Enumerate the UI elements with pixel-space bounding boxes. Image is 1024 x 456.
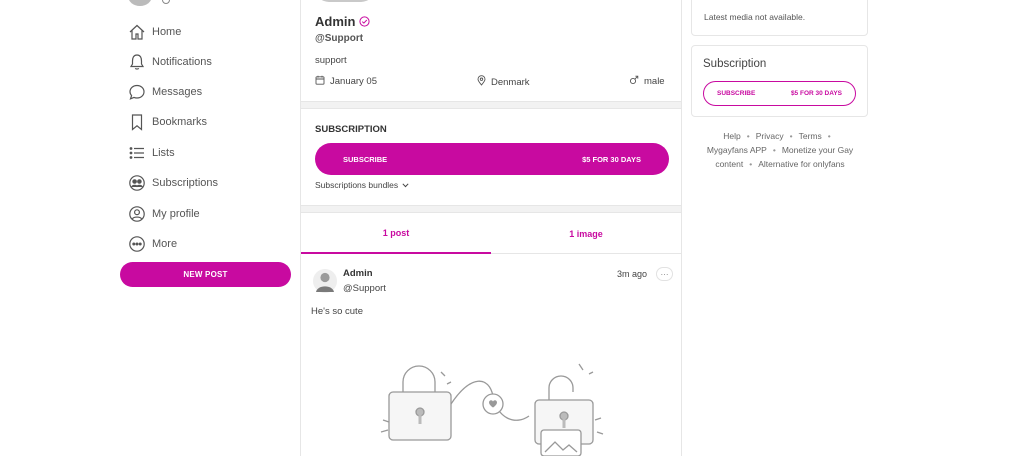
location-pin-icon	[477, 75, 491, 89]
sidebar-item-notifications[interactable]: Notifications	[128, 51, 212, 73]
footer-link-alternative[interactable]: Alternative for onlyfans	[758, 159, 844, 169]
list-icon	[128, 144, 146, 162]
home-icon	[128, 23, 146, 41]
footer-link-terms[interactable]: Terms	[799, 131, 822, 141]
sidebar-item-subscriptions[interactable]: Subscriptions	[128, 172, 218, 194]
sidebar-item-messages[interactable]: Messages	[128, 81, 202, 103]
separator-dot: •	[749, 159, 753, 169]
sidebar-item-label: Home	[152, 26, 182, 38]
locked-content-illustration	[379, 360, 609, 456]
subscription-bundles-label: Subscriptions bundles	[315, 180, 399, 190]
footer-link-content[interactable]: content	[715, 159, 743, 169]
joined-date: January 05	[315, 75, 377, 88]
sidebar-item-label: My profile	[152, 208, 200, 220]
footer-links: Help • Privacy • Terms • Mygayfans APP • Moneti…	[692, 129, 868, 171]
user-avatar[interactable]	[128, 0, 152, 6]
verified-icon	[359, 16, 371, 27]
sidebar-item-more[interactable]: More	[128, 233, 177, 255]
sidebar-item-label: Messages	[152, 86, 203, 98]
sidebar-item-bookmarks[interactable]: Bookmarks	[128, 111, 207, 133]
separator-dot: •	[789, 131, 793, 141]
profile-meta: January 05 Denmark male	[315, 75, 665, 89]
sidebar-item-label: Lists	[152, 147, 175, 159]
footer-link-help[interactable]: Help	[723, 131, 740, 141]
gender: male	[629, 75, 665, 88]
separator-dot: •	[772, 145, 776, 155]
profile-handle: @Support	[315, 33, 364, 44]
message-icon	[128, 83, 146, 101]
section-divider	[301, 101, 681, 109]
footer-link-monetize[interactable]: Monetize your Gay	[782, 145, 853, 155]
sidebar-subscribe-price: $5 FOR 30 DAYS	[790, 90, 842, 97]
profile-avatar	[315, 0, 375, 2]
location: Denmark	[477, 75, 530, 89]
calendar-icon	[315, 75, 330, 88]
chevron-down-icon	[398, 180, 409, 190]
status-dot-icon	[162, 0, 170, 4]
post-author-handle[interactable]: @Support	[343, 283, 386, 294]
post-author-avatar[interactable]	[313, 268, 337, 294]
separator-dot: •	[746, 131, 750, 141]
subscription-heading: SUBSCRIPTION	[315, 124, 387, 135]
tab-posts[interactable]: 1 post	[301, 214, 491, 254]
footer-link-app[interactable]: Mygayfans APP	[707, 145, 767, 155]
subscriptions-icon	[128, 174, 146, 192]
new-post-button[interactable]: NEW POST	[120, 262, 291, 287]
joined-date-text: January 05	[330, 76, 378, 87]
profile-bio: support	[315, 55, 347, 66]
bell-icon	[128, 53, 146, 71]
subscription-bundles-toggle[interactable]: Subscriptions bundles	[315, 180, 409, 190]
gender-male-icon	[629, 75, 644, 88]
subscribe-button[interactable]: SUBSCRIBE $5 FOR 30 DAYS	[315, 143, 669, 175]
separator-dot: •	[827, 131, 831, 141]
post-author-name[interactable]: Admin	[343, 268, 373, 279]
sidebar: Home Notifications Messages Bookmarks Li…	[120, 0, 295, 456]
post-more-button[interactable]: ···	[656, 267, 673, 281]
profile-column: Admin @Support support January 05 Denmar…	[300, 0, 682, 456]
sidebar-item-home[interactable]: Home	[128, 21, 181, 43]
more-icon	[128, 235, 146, 253]
bookmark-icon	[128, 113, 146, 131]
latest-media-card: Latest media not available.	[691, 0, 868, 36]
post-timestamp: 3m ago	[617, 269, 648, 279]
sidebar-item-label: Bookmarks	[152, 116, 208, 128]
sidebar-item-label: Notifications	[152, 56, 212, 68]
latest-media-note: Latest media not available.	[704, 12, 806, 22]
subscription-card: Subscription SUBSCRIBE $5 FOR 30 DAYS	[691, 45, 868, 117]
sidebar-item-label: Subscriptions	[152, 177, 219, 189]
footer-link-privacy[interactable]: Privacy	[756, 131, 784, 141]
section-divider	[301, 205, 681, 213]
gender-text: male	[644, 76, 665, 87]
profile-name-text: Admin	[315, 14, 356, 29]
subscription-card-title: Subscription	[703, 58, 767, 70]
profile-name: Admin	[315, 14, 371, 29]
sidebar-subscribe-button[interactable]: SUBSCRIBE $5 FOR 30 DAYS	[703, 81, 856, 106]
sidebar-subscribe-label: SUBSCRIBE	[717, 90, 756, 97]
subscribe-button-label: SUBSCRIBE	[343, 154, 388, 164]
profile-tabs: 1 post 1 image	[301, 214, 681, 254]
sidebar-item-my-profile[interactable]: My profile	[128, 203, 200, 225]
post-text: He's so cute	[311, 306, 363, 317]
profile-icon	[128, 205, 146, 223]
subscribe-button-price: $5 FOR 30 DAYS	[582, 154, 641, 164]
location-text: Denmark	[491, 76, 530, 88]
sidebar-item-lists[interactable]: Lists	[128, 142, 175, 164]
tab-images[interactable]: 1 image	[491, 214, 681, 254]
sidebar-item-label: More	[152, 238, 178, 250]
